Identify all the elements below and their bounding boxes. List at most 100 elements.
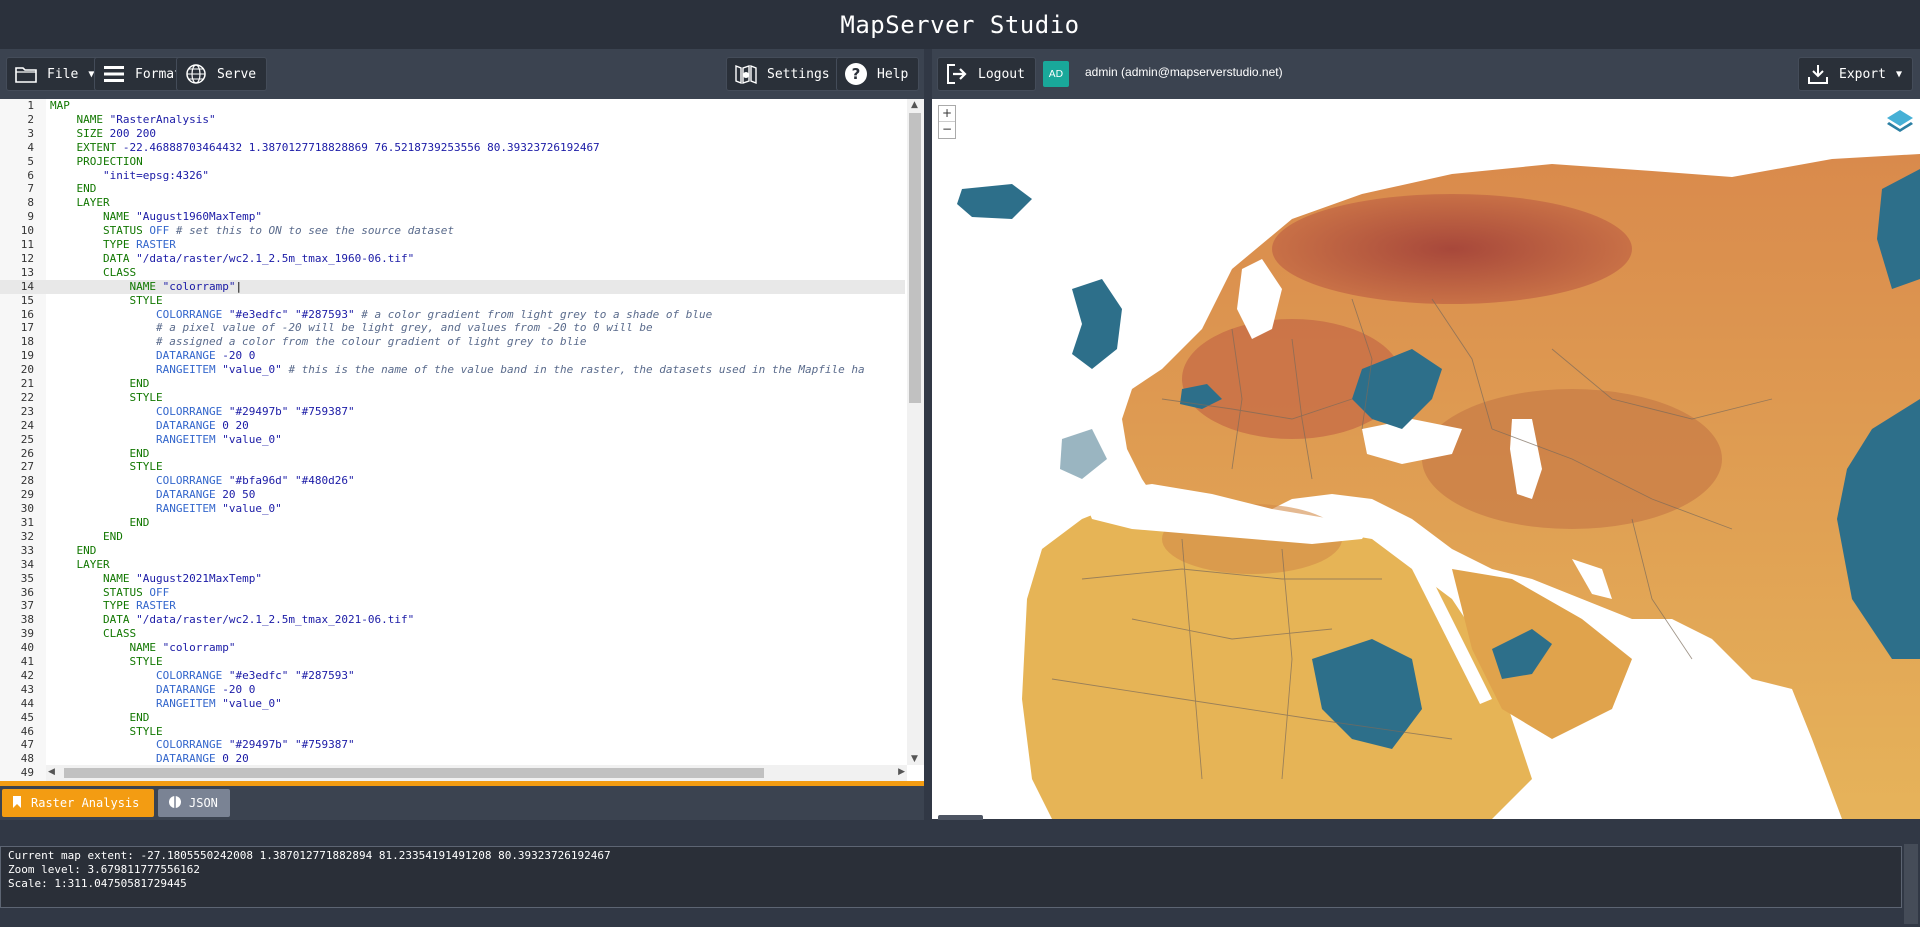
code-line[interactable]: 2 NAME "RasterAnalysis"	[0, 113, 905, 127]
settings-button[interactable]: Settings	[726, 57, 841, 91]
scroll-thumb[interactable]	[64, 768, 764, 778]
code-line[interactable]: 26 END	[0, 447, 905, 461]
hot-region-russia	[1272, 194, 1632, 304]
code-line[interactable]: 30 RANGEITEM "value_0"	[0, 502, 905, 516]
code-text: STYLE	[50, 725, 162, 739]
code-line[interactable]: 20 RANGEITEM "value_0" # this is the nam…	[0, 363, 905, 377]
code-line[interactable]: 39 CLASS	[0, 627, 905, 641]
code-text: # assigned a color from the colour gradi…	[50, 335, 586, 349]
code-token: DATA	[102, 613, 137, 627]
layers-icon	[1885, 106, 1915, 140]
code-line[interactable]: 16 COLORRANGE "#e3edfc" "#287593" # a co…	[0, 308, 905, 322]
code-line[interactable]: 35 NAME "August2021MaxTemp"	[0, 572, 905, 586]
code-token: 0 20	[222, 752, 249, 766]
code-token: -20 0	[222, 682, 256, 696]
code-line[interactable]: 18 # assigned a color from the colour gr…	[0, 335, 905, 349]
code-line[interactable]: 9 NAME "August1960MaxTemp"	[0, 210, 905, 224]
map-raster[interactable]	[932, 99, 1920, 819]
settings-label: Settings	[767, 66, 830, 82]
map-view[interactable]: + −	[932, 99, 1920, 819]
scale-readout: Scale: 1:311.04750581729445	[8, 877, 187, 890]
code-text: DATARANGE 0 20	[50, 419, 249, 433]
line-number: 12	[20, 251, 34, 265]
zoom-in-button[interactable]: +	[939, 106, 955, 122]
code-line[interactable]: 33 END	[0, 544, 905, 558]
serve-button[interactable]: Serve	[176, 57, 268, 91]
logout-button[interactable]: Logout	[937, 57, 1036, 91]
code-line[interactable]: 3 SIZE 200 200	[0, 127, 905, 141]
code-line[interactable]: 27 STYLE	[0, 460, 905, 474]
scroll-up-icon[interactable]: ▲	[911, 100, 918, 110]
code-line[interactable]: 22 STYLE	[0, 391, 905, 405]
scroll-left-icon[interactable]: ◀	[48, 767, 55, 777]
code-token: COLORRANGE	[155, 668, 229, 682]
line-number: 30	[20, 502, 34, 516]
tab-raster-analysis[interactable]: Raster Analysis	[2, 789, 154, 817]
layers-button[interactable]	[1880, 103, 1920, 143]
code-line[interactable]: 41 STYLE	[0, 655, 905, 669]
code-line[interactable]: 28 COLORRANGE "#bfa96d" "#480d26"	[0, 474, 905, 488]
code-token: "#bfa96d" "#480d26"	[228, 474, 355, 488]
line-number: 41	[20, 655, 34, 668]
code-line[interactable]: 15 STYLE	[0, 294, 905, 308]
code-line[interactable]: 24 DATARANGE 0 20	[0, 419, 905, 433]
scroll-thumb[interactable]	[1904, 844, 1918, 924]
code-token: 200 200	[109, 126, 156, 140]
code-line[interactable]: 14 NAME "colorramp"|	[0, 279, 905, 294]
code-line[interactable]: 1 MAP	[0, 99, 905, 113]
code-line[interactable]: 19 DATARANGE -20 0	[0, 349, 905, 363]
code-line[interactable]: 17 # a pixel value of -20 will be light …	[0, 321, 905, 335]
code-line[interactable]: 23 COLORRANGE "#29497b" "#759387"	[0, 405, 905, 419]
console-scrollbar[interactable]	[1904, 828, 1920, 927]
scroll-right-icon[interactable]: ▶	[898, 767, 905, 777]
editor-horizontal-scrollbar[interactable]: ◀ ▶	[46, 765, 907, 781]
tab-json[interactable]: JSON	[158, 789, 230, 817]
code-line[interactable]: 6 "init=epsg:4326"	[0, 169, 905, 183]
code-line[interactable]: 45 END	[0, 711, 905, 725]
scroll-thumb[interactable]	[909, 113, 921, 403]
code-line[interactable]: 8 LAYER	[0, 196, 905, 210]
code-text: NAME "RasterAnalysis"	[50, 113, 216, 127]
code-line[interactable]: 32 END	[0, 530, 905, 544]
code-line[interactable]: 36 STATUS OFF	[0, 586, 905, 600]
code-line[interactable]: 13 CLASS	[0, 266, 905, 280]
help-button[interactable]: ? Help	[836, 57, 920, 91]
code-line[interactable]: 43 DATARANGE -20 0	[0, 683, 905, 697]
code-line[interactable]: 46 STYLE	[0, 725, 905, 739]
editor-vertical-scrollbar[interactable]: ▲ ▼	[907, 99, 924, 765]
code-line[interactable]: 37 TYPE RASTER	[0, 599, 905, 613]
scroll-down-icon[interactable]: ▼	[911, 754, 918, 764]
mapfile-editor[interactable]: 1 MAP 2 NAME "RasterAnalysis" 3 SIZE 200 20…	[0, 99, 924, 781]
code-line[interactable]: 12 DATA "/data/raster/wc2.1_2.5m_tmax_19…	[0, 252, 905, 266]
code-line[interactable]: 4 EXTENT -22.46888703464432 1.3870127718…	[0, 141, 905, 155]
export-menu-button[interactable]: Export ▼	[1798, 57, 1913, 91]
code-line[interactable]: 40 NAME "colorramp"	[0, 641, 905, 655]
zoom-out-button[interactable]: −	[939, 122, 955, 138]
code-line[interactable]: 25 RANGEITEM "value_0"	[0, 433, 905, 447]
code-line[interactable]: 38 DATA "/data/raster/wc2.1_2.5m_tmax_20…	[0, 613, 905, 627]
code-line[interactable]: 34 LAYER	[0, 558, 905, 572]
code-line[interactable]: 29 DATARANGE 20 50	[0, 488, 905, 502]
code-line[interactable]: 31 END	[0, 516, 905, 530]
code-line[interactable]: 42 COLORRANGE "#e3edfc" "#287593"	[0, 669, 905, 683]
code-line[interactable]: 11 TYPE RASTER	[0, 238, 905, 252]
code-line[interactable]: 47 COLORRANGE "#29497b" "#759387"	[0, 738, 905, 752]
svg-text:?: ?	[852, 65, 861, 83]
code-text: END	[50, 377, 149, 391]
code-text: # a pixel value of -20 will be light gre…	[50, 321, 653, 335]
code-line[interactable]: 5 PROJECTION	[0, 155, 905, 169]
code-text: STATUS OFF # set this to ON to see the s…	[50, 224, 454, 238]
code-token: CLASS	[102, 265, 137, 279]
code-line[interactable]: 7 END	[0, 182, 905, 196]
code-line[interactable]: 10 STATUS OFF # set this to ON to see th…	[0, 224, 905, 238]
file-menu-button[interactable]: File ▼	[6, 57, 106, 91]
code-line[interactable]: 44 RANGEITEM "value_0"	[0, 697, 905, 711]
code-line[interactable]: 21 END	[0, 377, 905, 391]
